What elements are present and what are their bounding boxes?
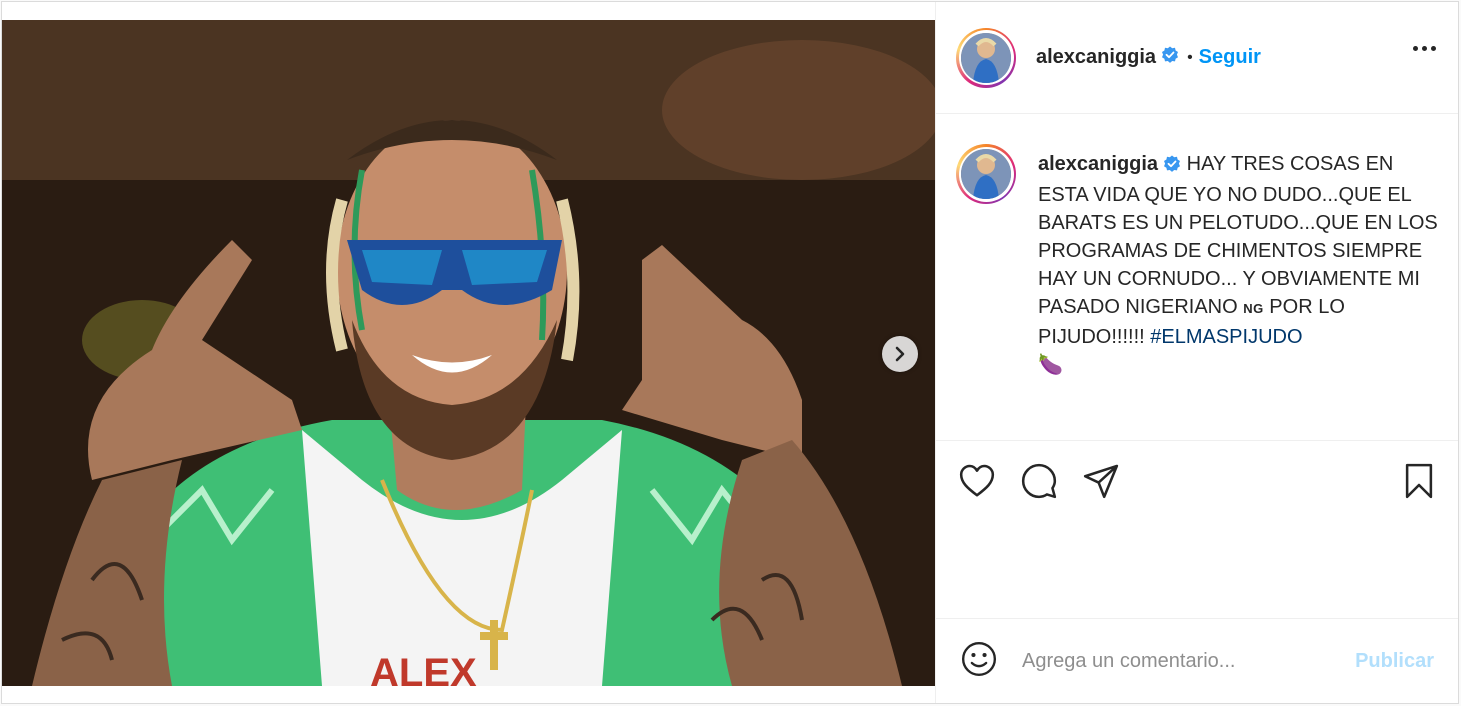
comment-input[interactable] [1020,648,1324,674]
next-media-button[interactable] [882,336,918,372]
verified-badge-icon [1161,46,1179,69]
caption-text: alexcaniggia HAY TRES COSAS EN ESTA VIDA… [1038,150,1438,440]
comment-box: Publicar [936,619,1458,703]
post-header: alexcaniggia • Seguir [936,2,1458,114]
paper-plane-icon [1083,464,1119,499]
hashtag-link[interactable]: #ELMASPIJUDO [1150,326,1302,348]
caption-body: HAY TRES COSAS EN ESTA VIDA QUE YO NO DU… [1038,153,1438,318]
save-button[interactable] [1398,460,1440,502]
photo-illustration: ALEX [2,20,935,686]
likes-area [936,521,1458,619]
apron-text: ALEX [370,651,477,686]
avatar-image [961,149,1011,199]
instagram-post: ALEX alexcaniggia • Seguir alexcaniggia … [1,1,1459,704]
caption-section: alexcaniggia HAY TRES COSAS EN ESTA VIDA… [936,114,1458,441]
avatar[interactable] [956,27,1016,88]
caption-username[interactable]: alexcaniggia [1038,153,1158,175]
comment-button[interactable] [1018,460,1060,502]
more-options-icon[interactable] [1413,46,1436,51]
follow-button[interactable]: Seguir [1199,46,1261,69]
bookmark-icon [1405,463,1433,499]
action-bar [936,441,1458,521]
post-photo[interactable]: ALEX [2,20,935,686]
like-button[interactable] [956,460,998,502]
emoji-picker-button[interactable] [960,640,998,683]
chevron-right-icon [895,346,905,362]
smiley-icon [961,641,997,676]
flag-emoji: NG [1243,301,1264,316]
caption-avatar[interactable] [956,144,1016,204]
separator-dot: • [1187,48,1193,66]
avatar-image [961,32,1011,83]
post-media: ALEX [2,2,935,703]
header-username[interactable]: alexcaniggia [1036,46,1156,69]
verified-badge-icon [1163,153,1181,181]
share-button[interactable] [1080,460,1122,502]
heart-icon [959,464,995,497]
publish-button[interactable]: Publicar [1355,650,1434,673]
post-side-panel: alexcaniggia • Seguir alexcaniggia HAY T… [935,2,1458,703]
eggplant-emoji: 🍆 [1038,354,1063,376]
comment-bubble-icon [1021,463,1057,499]
